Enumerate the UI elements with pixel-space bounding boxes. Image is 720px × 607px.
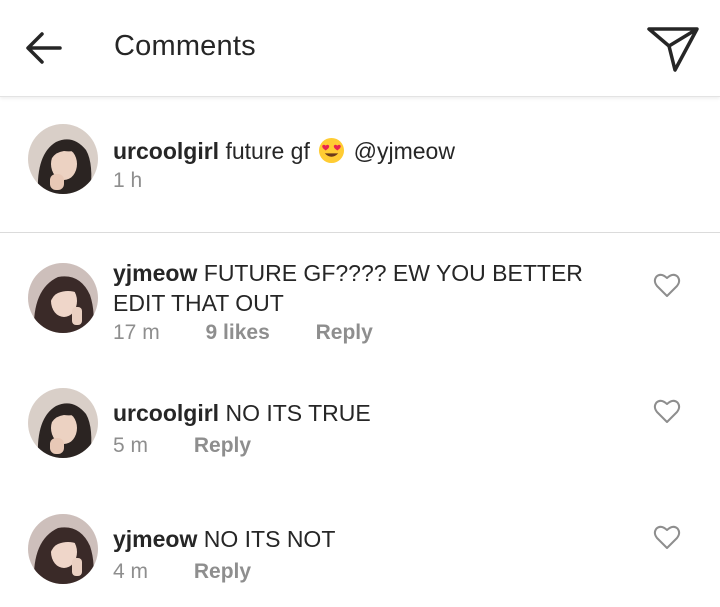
heart-icon: [653, 525, 681, 549]
avatar[interactable]: [28, 514, 98, 584]
comment-text: urcoolgirl NO ITS TRUE: [113, 398, 593, 428]
comment-text: yjmeow NO ITS NOT: [113, 524, 593, 554]
comment-username[interactable]: yjmeow: [113, 526, 197, 552]
share-button[interactable]: [645, 24, 701, 74]
caption-username[interactable]: urcoolgirl: [113, 138, 219, 164]
comment-meta: 17 m 9 likes Reply: [113, 321, 413, 345]
heart-icon: [653, 399, 681, 423]
heart-eyes-emoji-icon: [319, 137, 345, 164]
comment-username[interactable]: urcoolgirl: [113, 400, 219, 426]
post-caption: urcoolgirl future gf @yjmeow 1 h: [0, 96, 720, 232]
comment-time: 4 m: [113, 560, 149, 583]
reply-button[interactable]: Reply: [194, 434, 251, 458]
like-button[interactable]: [653, 272, 681, 298]
reply-button[interactable]: Reply: [316, 321, 373, 345]
avatar[interactable]: [28, 263, 98, 333]
heart-icon: [653, 273, 681, 297]
arrow-left-icon: [26, 32, 62, 64]
comment-meta: 5 m Reply: [113, 434, 291, 458]
caption-mention[interactable]: @yjmeow: [354, 138, 455, 164]
caption-text: urcoolgirl future gf @yjmeow: [113, 136, 633, 166]
reply-button[interactable]: Reply: [194, 560, 251, 584]
avatar[interactable]: [28, 124, 98, 194]
caption-body: future gf: [225, 138, 310, 164]
comment-meta: 4 m Reply: [113, 560, 291, 584]
header-bar: Comments: [0, 0, 720, 97]
comment-time: 5 m: [113, 434, 149, 457]
back-button[interactable]: [22, 28, 66, 68]
like-button[interactable]: [653, 398, 681, 424]
like-button[interactable]: [653, 524, 681, 550]
caption-meta: 1 h: [113, 169, 182, 193]
comment-username[interactable]: yjmeow: [113, 260, 197, 286]
comment-text: yjmeow FUTURE GF???? EW YOU BETTER EDIT …: [113, 258, 593, 318]
paper-plane-icon: [647, 27, 699, 72]
comment-body: NO ITS TRUE: [225, 400, 371, 426]
avatar[interactable]: [28, 388, 98, 458]
caption-time: 1 h: [113, 169, 143, 192]
divider: [0, 232, 720, 233]
comment-body: NO ITS NOT: [203, 526, 336, 552]
comment-time: 17 m: [113, 321, 160, 344]
page-title: Comments: [114, 30, 256, 62]
likes-count[interactable]: 9 likes: [206, 321, 270, 345]
